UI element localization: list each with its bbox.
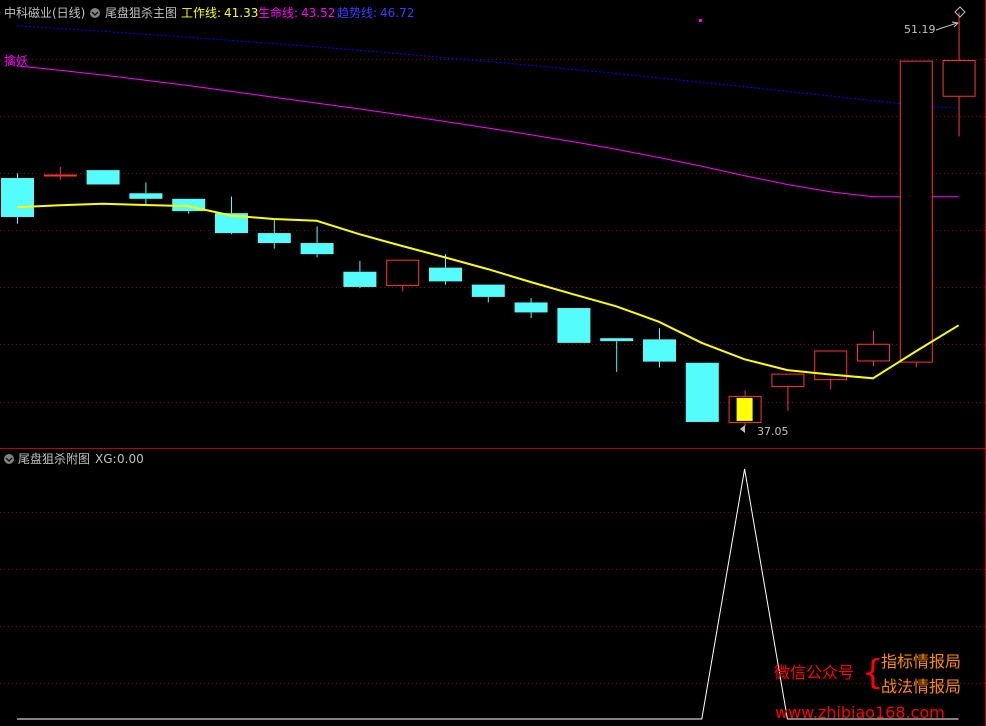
candle-body xyxy=(514,302,548,313)
sub-indicator-name: 尾盘狙杀附图 xyxy=(18,451,90,466)
candle-body xyxy=(771,373,805,387)
signal-candle-fill xyxy=(736,397,753,421)
life-line-label: 生命线: xyxy=(258,5,298,20)
candle-body xyxy=(386,259,420,286)
candle-body xyxy=(557,308,591,343)
high-price-label: 51.19 xyxy=(904,23,936,36)
watermark-wechat: 微信公众号 xyxy=(774,663,854,682)
sub-indicator-menu-icon[interactable] xyxy=(4,454,14,464)
candle-body xyxy=(1,178,34,217)
life-line-value: 43.52 xyxy=(301,6,335,20)
watermark-url: www.zhibiao168.com xyxy=(775,703,945,722)
candle xyxy=(685,362,719,422)
candle-body xyxy=(43,174,77,177)
candle-body xyxy=(300,243,334,255)
candle xyxy=(557,308,591,343)
candle-body xyxy=(429,267,462,282)
candle-body xyxy=(471,284,505,297)
xg-value: 0.00 xyxy=(117,452,144,466)
candle-body xyxy=(685,362,719,422)
sub-header: 尾盘狙杀附图 XG: 0.00 xyxy=(4,451,144,466)
work-line-value: 41.33 xyxy=(224,6,258,20)
candle-body xyxy=(857,343,890,362)
kline-chart: 中科磁业 (日线) 尾盘狙杀主图 工作线: 41.33 生命线: 43.52 趋… xyxy=(0,0,986,726)
candle xyxy=(899,60,933,368)
main-header: 中科磁业 (日线) 尾盘狙杀主图 工作线: 41.33 生命线: 43.52 趋… xyxy=(4,5,414,20)
candle xyxy=(1,173,34,224)
candle-body xyxy=(343,271,377,287)
indicator-menu-icon[interactable] xyxy=(90,8,100,18)
candle-body xyxy=(899,60,933,363)
candle-body xyxy=(600,338,634,342)
candle xyxy=(86,170,120,185)
candle-body xyxy=(643,339,676,362)
trend-line-value: 46.72 xyxy=(380,6,414,20)
watermark-line2: 战法情报局 xyxy=(881,677,961,696)
main-indicator-name: 尾盘狙杀主图 xyxy=(105,5,177,20)
trend-line-label: 趋势线: xyxy=(337,6,377,20)
marker-dot xyxy=(699,19,702,22)
catch-demon-label: 擒妖 xyxy=(4,53,28,68)
xg-label: XG: xyxy=(95,452,117,466)
candle-body xyxy=(257,233,291,244)
candle-body xyxy=(86,170,120,185)
candle-body xyxy=(129,193,163,199)
watermark-line1: 指标情报局 xyxy=(881,652,961,671)
period-label: (日线) xyxy=(52,6,85,20)
low-price-label: 37.05 xyxy=(757,425,789,438)
stock-name: 中科磁业 xyxy=(4,5,52,20)
work-line-label: 工作线: xyxy=(181,6,221,20)
candle-body xyxy=(942,60,976,97)
